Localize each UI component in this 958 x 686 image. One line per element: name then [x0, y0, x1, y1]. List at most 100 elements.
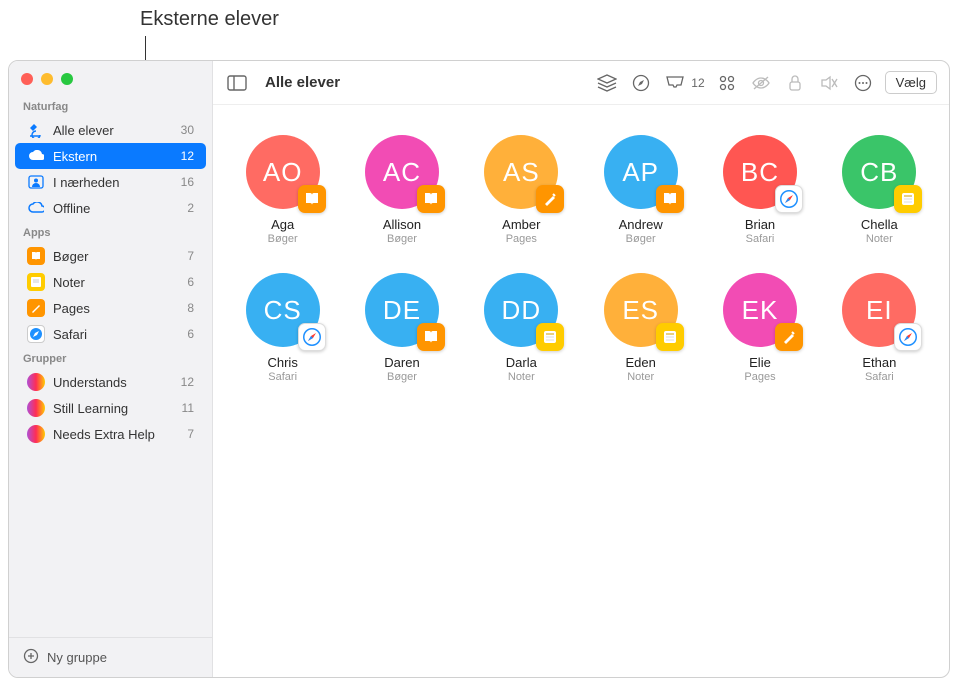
student-card[interactable]: CBChellaNoter	[830, 135, 929, 245]
student-app-label: Safari	[746, 233, 775, 245]
student-card[interactable]: ASAmberPages	[472, 135, 571, 245]
student-card[interactable]: AP AndrewBøger	[591, 135, 690, 245]
sidebar-item-label: Ekstern	[53, 149, 173, 164]
eye-off-icon[interactable]	[749, 71, 773, 95]
student-name: Allison	[383, 217, 421, 232]
student-app-badge	[894, 185, 922, 213]
student-initials: EI	[866, 295, 893, 326]
sidebar-item-icon	[27, 121, 45, 139]
student-name: Eden	[625, 355, 655, 370]
mute-icon[interactable]	[817, 71, 841, 95]
select-button[interactable]: Vælg	[885, 71, 937, 94]
sidebar-item-icon	[27, 373, 45, 391]
sidebar-item[interactable]: Needs Extra Help 7	[15, 421, 206, 447]
student-card[interactable]: ACAllisonBøger	[352, 135, 451, 245]
more-icon[interactable]	[851, 71, 875, 95]
student-card[interactable]: CSChrisSafari	[233, 273, 332, 383]
callout-line	[145, 36, 146, 62]
student-initials: BC	[741, 157, 779, 188]
student-app-label: Bøger	[626, 233, 656, 245]
sidebar-item-icon	[27, 247, 45, 265]
student-name: Elie	[749, 355, 771, 370]
sidebar-item-icon	[27, 199, 45, 217]
student-card[interactable]: AOAgaBøger	[233, 135, 332, 245]
student-avatar: AC	[365, 135, 439, 209]
student-name: Daren	[384, 355, 419, 370]
sidebar-item-label: Safari	[53, 327, 179, 342]
sidebar-item-count: 8	[187, 301, 194, 315]
student-avatar: AO	[246, 135, 320, 209]
sidebar-item[interactable]: Still Learning 11	[15, 395, 206, 421]
sidebar-toggle-icon[interactable]	[225, 71, 249, 95]
student-card[interactable]: BC BrianSafari	[710, 135, 809, 245]
sidebar-item[interactable]: Understands 12	[15, 369, 206, 395]
sidebar-item-icon	[27, 147, 45, 165]
app-window: NaturfagAlle elever30 Ekstern 12 I nærheden…	[8, 60, 950, 678]
sidebar-item-count: 12	[181, 375, 194, 389]
sidebar-item-label: Understands	[53, 375, 173, 390]
student-initials: CS	[264, 295, 302, 326]
sidebar-item[interactable]: Alle elever30	[15, 117, 206, 143]
student-initials: AP	[622, 157, 659, 188]
student-card[interactable]: DDDarlaNoter	[472, 273, 571, 383]
sidebar-item-label: Offline	[53, 201, 179, 216]
student-app-badge	[417, 323, 445, 351]
student-app-badge	[656, 185, 684, 213]
student-app-badge	[298, 185, 326, 213]
student-avatar: EK	[723, 273, 797, 347]
student-card[interactable]: DEDarenBøger	[352, 273, 451, 383]
stack-icon[interactable]	[595, 71, 619, 95]
sidebar-item[interactable]: Noter6	[15, 269, 206, 295]
student-app-label: Bøger	[268, 233, 298, 245]
sidebar-item-icon	[27, 273, 45, 291]
student-initials: CB	[860, 157, 898, 188]
student-name: Andrew	[619, 217, 663, 232]
sidebar-section-header: Grupper	[9, 347, 212, 369]
sidebar-section-header: Naturfag	[9, 95, 212, 117]
sidebar-item-count: 7	[187, 427, 194, 441]
sidebar-item[interactable]: Pages8	[15, 295, 206, 321]
student-initials: AO	[263, 157, 303, 188]
sidebar-item[interactable]: Safari6	[15, 321, 206, 347]
student-app-label: Noter	[508, 371, 535, 383]
student-name: Chella	[861, 217, 898, 232]
minimize-window-button[interactable]	[41, 73, 53, 85]
close-window-button[interactable]	[21, 73, 33, 85]
sidebar-item[interactable]: Offline2	[15, 195, 206, 221]
sidebar-item-count: 12	[181, 149, 194, 163]
new-group-button[interactable]: Ny gruppe	[9, 637, 212, 677]
sidebar-item-label: Still Learning	[53, 401, 174, 416]
sidebar-item-count: 11	[182, 401, 194, 415]
student-name: Ethan	[862, 355, 896, 370]
sidebar-item-label: Needs Extra Help	[53, 427, 179, 442]
grid-icon[interactable]	[715, 71, 739, 95]
student-avatar: AS	[484, 135, 558, 209]
sidebar-item[interactable]: I nærheden16	[15, 169, 206, 195]
student-app-label: Noter	[627, 371, 654, 383]
student-card[interactable]: EIEthanSafari	[830, 273, 929, 383]
inbox-icon[interactable]	[663, 71, 687, 95]
sidebar-item[interactable]: Bøger7	[15, 243, 206, 269]
sidebar-item-icon	[27, 425, 45, 443]
zoom-window-button[interactable]	[61, 73, 73, 85]
student-initials: ES	[622, 295, 659, 326]
sidebar-item-count: 6	[187, 275, 194, 289]
student-avatar: CB	[842, 135, 916, 209]
student-avatar: ES	[604, 273, 678, 347]
callout-label: Eksterne elever	[140, 8, 279, 31]
student-initials: EK	[742, 295, 779, 326]
student-app-badge	[656, 323, 684, 351]
sidebar-item[interactable]: Ekstern 12	[15, 143, 206, 169]
compass-icon[interactable]	[629, 71, 653, 95]
student-app-label: Safari	[268, 371, 297, 383]
sidebar-item-count: 16	[181, 175, 194, 189]
page-title: Alle elever	[265, 74, 340, 91]
student-name: Darla	[506, 355, 537, 370]
student-name: Brian	[745, 217, 775, 232]
lock-icon[interactable]	[783, 71, 807, 95]
student-card[interactable]: EKEliePages	[710, 273, 809, 383]
student-grid: AOAgaBøger AC Allison Bøger ASAmberPages AP An…	[213, 105, 949, 413]
main-area: Alle elever 12	[213, 61, 949, 677]
student-card[interactable]: ES EdenNoter	[591, 273, 690, 383]
sidebar-item-icon	[27, 399, 45, 417]
